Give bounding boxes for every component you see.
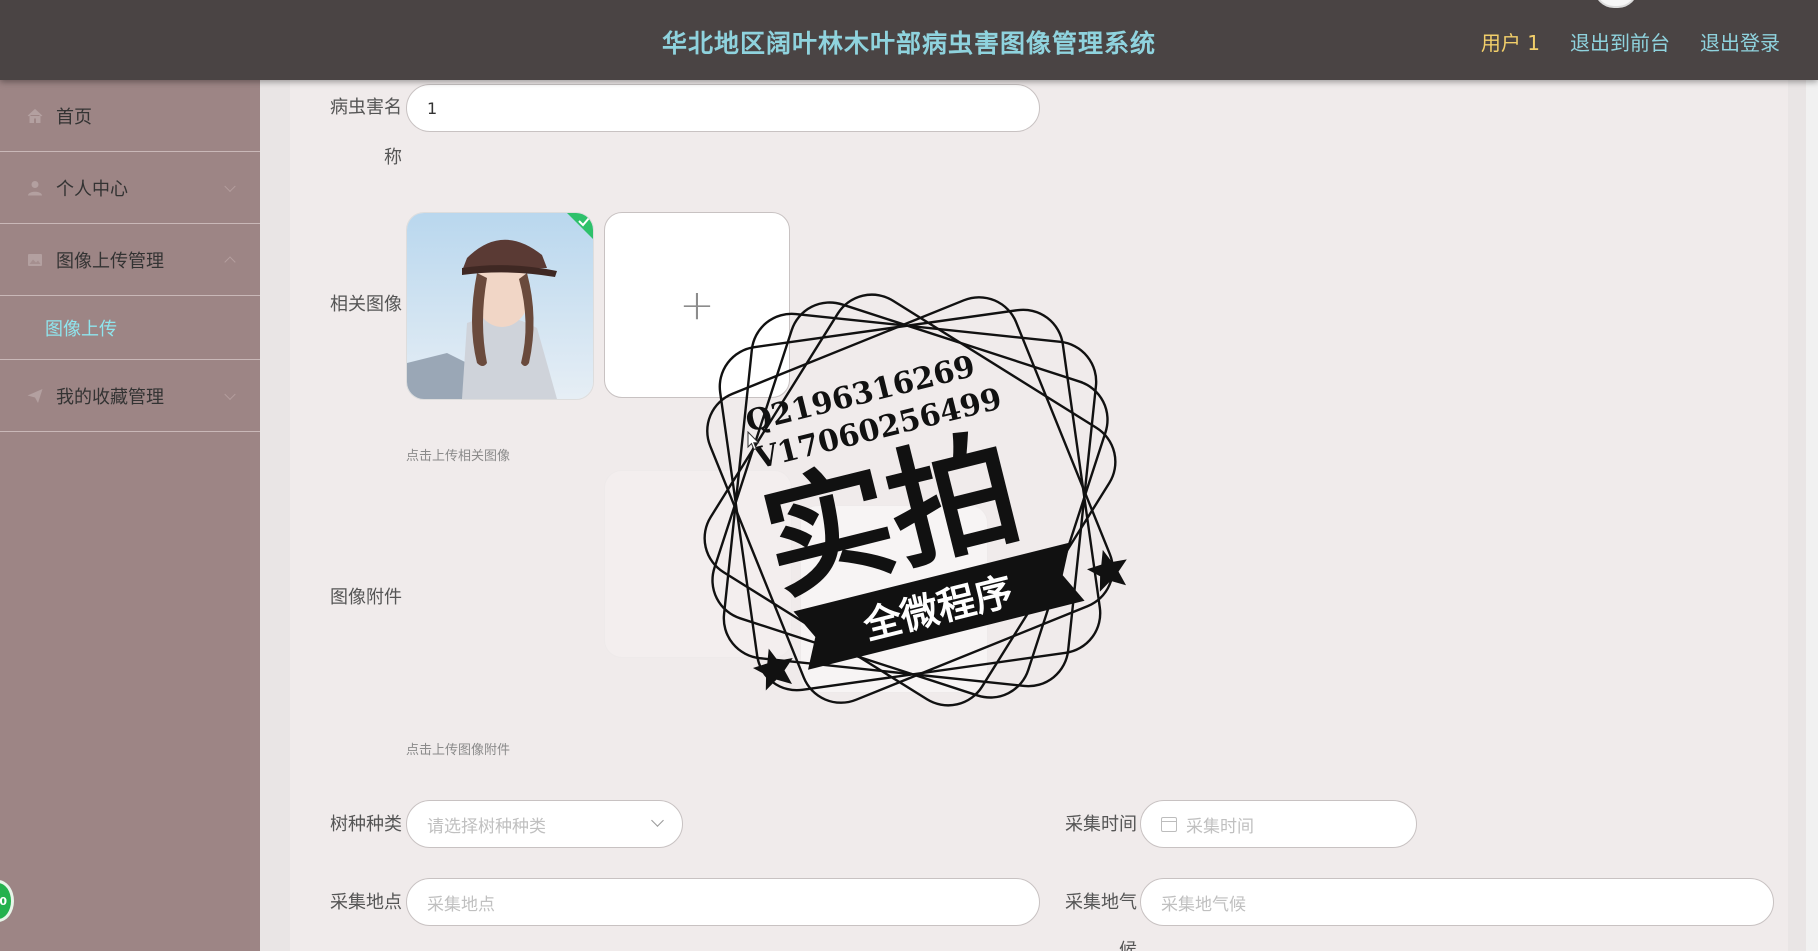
sidebar-item-my-favorites-management[interactable]: 我的收藏管理 [0,360,260,432]
pest-name-label-line1: 病虫害名 [330,97,402,118]
collect-climate-placeholder: 采集地气候 [1161,894,1246,915]
related-image-upload-button[interactable]: + [604,212,790,398]
pest-name-label: 病虫害名 称 [300,94,402,172]
image-attachment-placeholder [800,505,988,693]
calendar-icon [1161,816,1177,832]
collect-climate-label: 采集地气 候 [1035,889,1137,951]
sidebar-item-label: 图像上传管理 [56,250,164,272]
sidebar-item-label: 我的收藏管理 [56,386,164,408]
collect-climate-label-line2: 候 [1119,940,1137,951]
exit-to-front-link[interactable]: 退出到前台 [1570,27,1670,56]
home-icon [26,107,44,125]
collect-time-input[interactable]: 采集时间 [1140,800,1417,848]
sidebar: 首页 个人中心 图像上传管理 图像上传 我的收藏管理 [0,80,260,951]
sidebar-item-label: 首页 [56,106,92,128]
sidebar-item-personal-center[interactable]: 个人中心 [0,152,260,224]
pest-name-value: 1 [427,98,438,118]
chevron-down-icon [224,388,236,400]
top-header: 华北地区阔叶林木叶部病虫害图像管理系统 用户 1 退出到前台 退出登录 [0,0,1818,80]
collect-place-placeholder: 采集地点 [427,894,495,915]
related-image-thumbnail[interactable] [406,212,594,400]
pest-name-input[interactable]: 1 [406,84,1040,132]
image-attachment-label: 图像附件 [330,587,402,608]
collect-time-placeholder: 采集时间 [1186,816,1254,837]
image-icon [26,251,44,269]
mouse-cursor-icon [747,431,760,451]
current-user: 用户 1 [1480,31,1540,55]
sidebar-item-home[interactable]: 首页 [0,80,260,152]
image-attachment-upload-area[interactable] [604,470,792,658]
collect-climate-label-line1: 采集地气 [1065,892,1137,913]
uploaded-photo-image [407,213,593,399]
plus-icon: + [679,280,715,330]
send-icon [26,387,44,405]
chevron-down-icon [651,814,664,827]
sidebar-item-label: 图像上传 [45,318,117,340]
collect-place-input[interactable]: 采集地点 [406,878,1040,926]
page-scrollbar[interactable] [1806,80,1818,951]
pest-name-label-line2: 称 [384,147,402,168]
collect-climate-input[interactable]: 采集地气候 [1140,878,1774,926]
tree-species-select[interactable]: 请选择树种种类 [406,800,683,848]
image-attachment-hint: 点击上传图像附件 [406,743,511,758]
header-nav: 用户 1 退出到前台 退出登录 [1481,27,1780,56]
collect-time-label: 采集时间 [1065,814,1137,835]
chevron-down-icon [224,180,236,192]
related-image-label: 相关图像 [330,294,402,315]
logout-link[interactable]: 退出登录 [1700,27,1780,56]
related-image-hint: 点击上传相关图像 [406,449,511,464]
sidebar-item-label: 个人中心 [56,178,128,200]
collect-place-label: 采集地点 [330,892,402,913]
main-form-panel: 病虫害名 称 1 相关图像 + 点击上传相关图像 图像附件 点击上传图像附件 树… [290,80,1788,951]
chevron-up-icon [224,255,236,268]
sidebar-item-image-upload-management[interactable]: 图像上传管理 [0,224,260,296]
avatar[interactable] [1594,0,1638,8]
tree-species-label: 树种种类 [330,814,402,835]
tree-species-placeholder: 请选择树种种类 [427,816,546,837]
person-icon [26,179,44,197]
sidebar-subitem-image-upload[interactable]: 图像上传 [0,296,260,360]
